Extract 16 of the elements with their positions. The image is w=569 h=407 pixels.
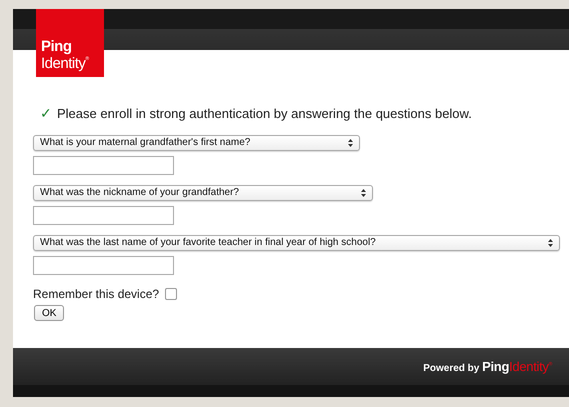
updown-arrows-icon bbox=[548, 239, 553, 247]
question-dropdown[interactable]: What was the nickname of your grandfather? bbox=[33, 185, 373, 201]
remember-checkbox[interactable] bbox=[165, 288, 178, 300]
updown-arrows-icon bbox=[361, 189, 366, 197]
powered-by-text: Powered by PingIdentity$^{®}$ bbox=[423, 359, 552, 374]
answer-field[interactable] bbox=[33, 206, 174, 225]
checkmark-icon: ✓ bbox=[40, 105, 52, 121]
ok-button[interactable]: OK bbox=[34, 305, 64, 321]
answer-field[interactable] bbox=[33, 256, 174, 275]
remember-device-label: Remember this device? bbox=[33, 287, 160, 301]
instruction-text: Please enroll in strong authentication by answering the questions below. bbox=[57, 106, 472, 120]
question-dropdown[interactable]: What is your maternal grandfather's first name? bbox=[33, 135, 360, 151]
logo: Ping Identity$^{®}$ bbox=[36, 9, 104, 77]
updown-arrows-icon bbox=[348, 139, 353, 147]
question-dropdown[interactable]: What was the last name of your favorite teacher in final year of high school? bbox=[33, 235, 560, 251]
answer-field[interactable] bbox=[33, 156, 174, 175]
